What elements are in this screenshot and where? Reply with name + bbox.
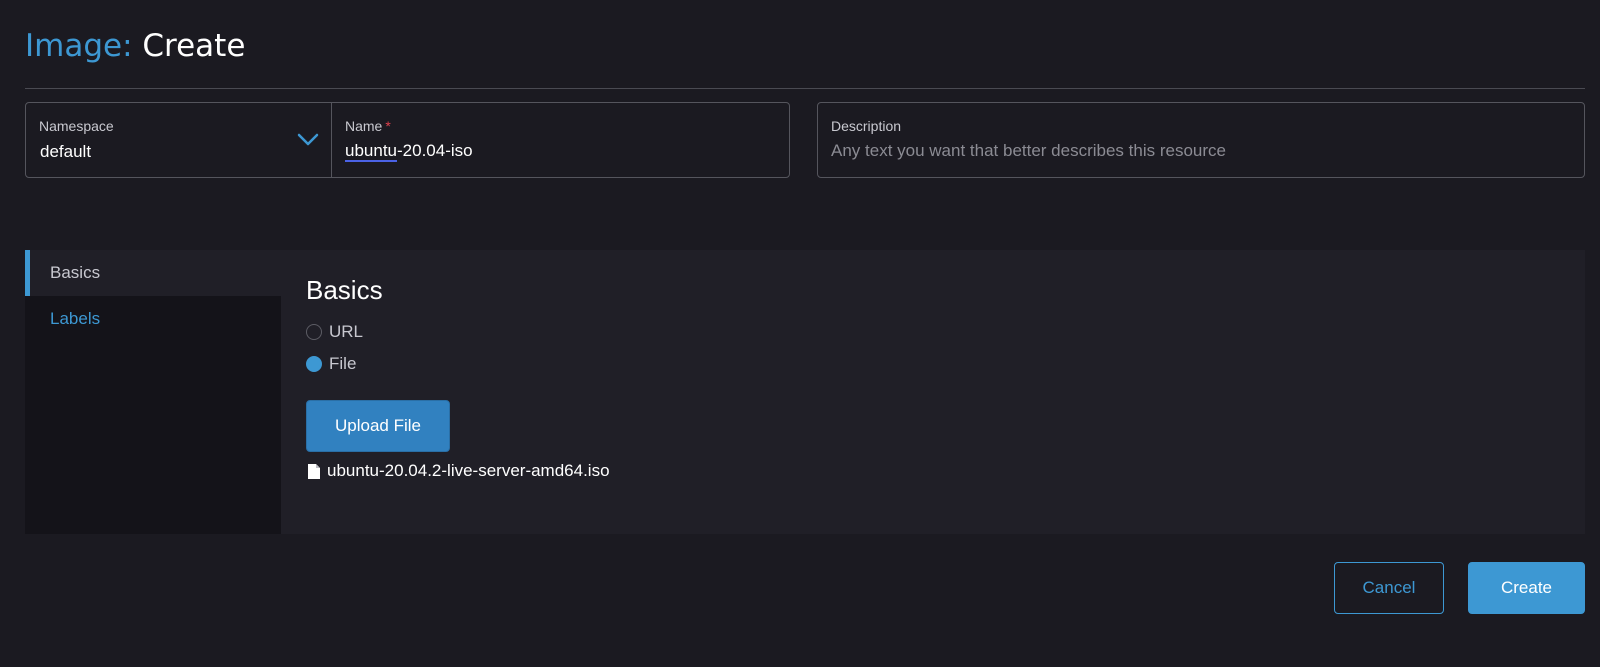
name-input[interactable]: ubuntu-20.04-iso [345, 139, 776, 163]
description-input[interactable]: Any text you want that better describes … [831, 139, 1571, 163]
name-field[interactable]: Name * ubuntu-20.04-iso [332, 103, 789, 177]
namespace-name-group: Namespace default Name * ubuntu-20.04-iso [25, 102, 790, 178]
radio-url-label: URL [329, 322, 364, 341]
basics-content: Basics URL File Upload File ubuntu-20.04… [281, 250, 1585, 534]
description-field[interactable]: Description Any text you want that bette… [818, 103, 1584, 177]
cancel-button[interactable]: Cancel [1334, 562, 1444, 614]
selected-file: ubuntu-20.04.2-live-server-amd64.iso [306, 458, 1585, 484]
radio-url[interactable] [306, 324, 322, 340]
description-label: Description [831, 118, 902, 134]
namespace-value: default [40, 142, 92, 161]
title-action: Create [142, 28, 246, 64]
namespace-label: Namespace [39, 118, 114, 134]
image-create-page: Image: Create Namespace default Name * ub… [0, 0, 1600, 667]
create-button[interactable]: Create [1468, 562, 1585, 614]
file-icon [308, 463, 320, 479]
namespace-select[interactable]: Namespace default [26, 103, 332, 177]
description-group: Description Any text you want that bette… [817, 102, 1585, 178]
title-crumb[interactable]: Image: [25, 28, 133, 64]
tab-basics[interactable]: Basics [25, 250, 281, 296]
chevron-down-icon[interactable] [297, 133, 319, 147]
upload-file-button[interactable]: Upload File [306, 400, 450, 452]
section-title: Basics [306, 275, 383, 305]
page-title: Image: Create [25, 26, 245, 66]
radio-file-label: File [329, 354, 357, 373]
side-tabs: Basics Labels [25, 250, 281, 534]
file-name: ubuntu-20.04.2-live-server-amd64.iso [327, 461, 610, 480]
source-option-file[interactable]: File [306, 348, 1585, 380]
name-value-spellcheck: ubuntu [345, 141, 397, 162]
resource-tabs-panel: Basics Labels Basics URL File Upload Fil… [25, 250, 1585, 534]
radio-file[interactable] [306, 356, 322, 372]
required-indicator: * [385, 118, 391, 134]
name-label: Name * [345, 118, 391, 134]
name-value-rest: -20.04-iso [397, 141, 473, 160]
header-divider [25, 88, 1585, 89]
tab-labels[interactable]: Labels [25, 296, 281, 342]
source-option-url[interactable]: URL [306, 316, 1585, 348]
